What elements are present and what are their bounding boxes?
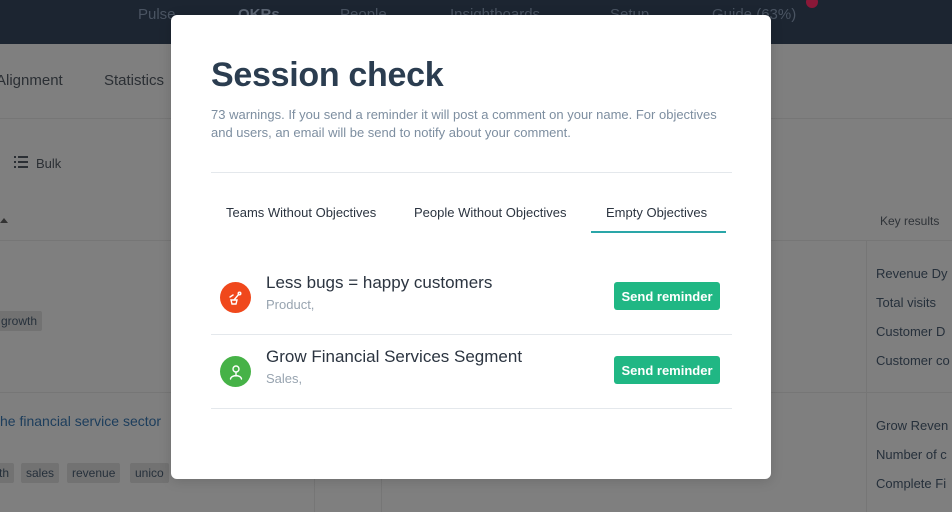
product-icon <box>220 282 251 313</box>
send-reminder-button[interactable]: Send reminder <box>614 356 720 384</box>
tab-empty-objectives[interactable]: Empty Objectives <box>606 205 707 220</box>
key-result-item[interactable]: Customer D <box>876 324 945 339</box>
sort-ascending-icon[interactable] <box>0 218 8 223</box>
key-result-item[interactable]: Customer co <box>876 353 950 368</box>
objective-title[interactable]: Less bugs = happy customers <box>266 273 492 293</box>
list-item: Grow Financial Services Segment Sales, S… <box>211 335 732 409</box>
subnav-alignment[interactable]: Alignment <box>0 72 63 89</box>
sales-icon <box>220 356 251 387</box>
objective-title[interactable]: he financial service sector <box>0 413 161 429</box>
notification-dot <box>806 0 818 8</box>
tag: th <box>0 463 15 483</box>
key-result-item[interactable]: Number of c <box>876 447 947 462</box>
divider <box>211 172 732 173</box>
subnav-statistics[interactable]: Statistics <box>104 72 164 89</box>
active-tab-indicator <box>591 231 726 233</box>
key-result-item[interactable]: Complete Fi <box>876 476 946 491</box>
tab-teams-without-objectives[interactable]: Teams Without Objectives <box>226 205 376 220</box>
key-results-header: Key results <box>880 214 940 228</box>
key-result-item[interactable]: Total visits <box>876 295 936 310</box>
session-check-modal: Session check 73 warnings. If you send a… <box>171 15 771 479</box>
modal-title: Session check <box>211 56 444 94</box>
list-item: Less bugs = happy customers Product, Sen… <box>211 261 732 335</box>
tag: unico <box>130 463 169 483</box>
objective-team: Product, <box>266 297 315 312</box>
tag-growth: growth <box>0 311 43 331</box>
bulk-button[interactable]: Bulk <box>14 156 61 171</box>
bulk-label: Bulk <box>36 156 62 171</box>
tag: sales <box>21 463 60 483</box>
nav-pulse[interactable]: Pulse <box>138 6 176 23</box>
list-icon <box>14 156 28 171</box>
divider <box>211 408 732 409</box>
modal-description: 73 warnings. If you send a reminder it w… <box>211 107 717 140</box>
objective-title[interactable]: Grow Financial Services Segment <box>266 347 522 367</box>
send-reminder-button[interactable]: Send reminder <box>614 282 720 310</box>
key-result-item[interactable]: Revenue Dy <box>876 266 948 281</box>
key-result-item[interactable]: Grow Reven <box>876 418 948 433</box>
objective-team: Sales, <box>266 371 303 386</box>
tag: revenue <box>67 463 121 483</box>
tab-people-without-objectives[interactable]: People Without Objectives <box>414 205 566 220</box>
column-divider <box>866 240 867 512</box>
